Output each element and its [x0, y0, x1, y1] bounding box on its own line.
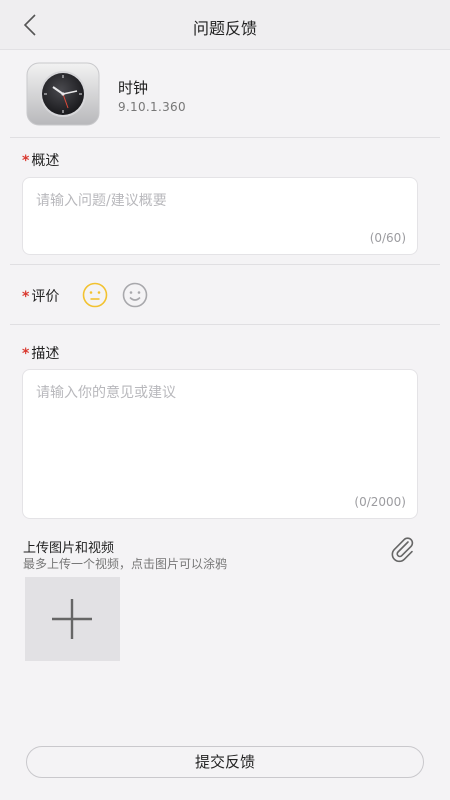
upload-hint: 最多上传一个视频，点击图片可以涂鸦: [23, 557, 228, 571]
rating-smile-button[interactable]: [122, 282, 148, 308]
divider: [10, 137, 440, 138]
description-box: (0/2000): [22, 369, 418, 519]
divider: [10, 264, 440, 265]
upload-title: 上传图片和视频: [23, 541, 115, 556]
rating-neutral-button[interactable]: [82, 282, 108, 308]
clock-app-icon: [26, 62, 100, 126]
app-info: 时钟 9.10.1.360: [0, 50, 450, 138]
neutral-face-icon: [82, 282, 108, 308]
page-title: 问题反馈: [192, 19, 257, 38]
summary-input[interactable]: [23, 178, 417, 254]
paperclip-icon: [391, 537, 414, 563]
app-version: 9.10.1.360: [118, 100, 186, 114]
required-marker: *: [22, 346, 30, 362]
summary-counter: (0/60): [369, 231, 406, 245]
description-label: * 描述: [22, 346, 60, 362]
smiley-face-icon: [122, 282, 148, 308]
summary-label: * 概述: [22, 153, 60, 169]
header-bar: 问题反馈: [0, 0, 450, 50]
description-counter: (0/2000): [354, 495, 406, 509]
required-marker: *: [22, 153, 30, 169]
attachment-button[interactable]: [388, 535, 416, 563]
plus-icon: [52, 599, 92, 639]
summary-box: (0/60): [22, 177, 418, 255]
submit-feedback-button[interactable]: 提交反馈: [26, 746, 424, 778]
rating-label: * 评价: [22, 289, 60, 305]
divider: [10, 324, 440, 325]
required-marker: *: [22, 289, 30, 305]
add-media-button[interactable]: [25, 577, 120, 661]
app-name: 时钟: [118, 79, 149, 97]
